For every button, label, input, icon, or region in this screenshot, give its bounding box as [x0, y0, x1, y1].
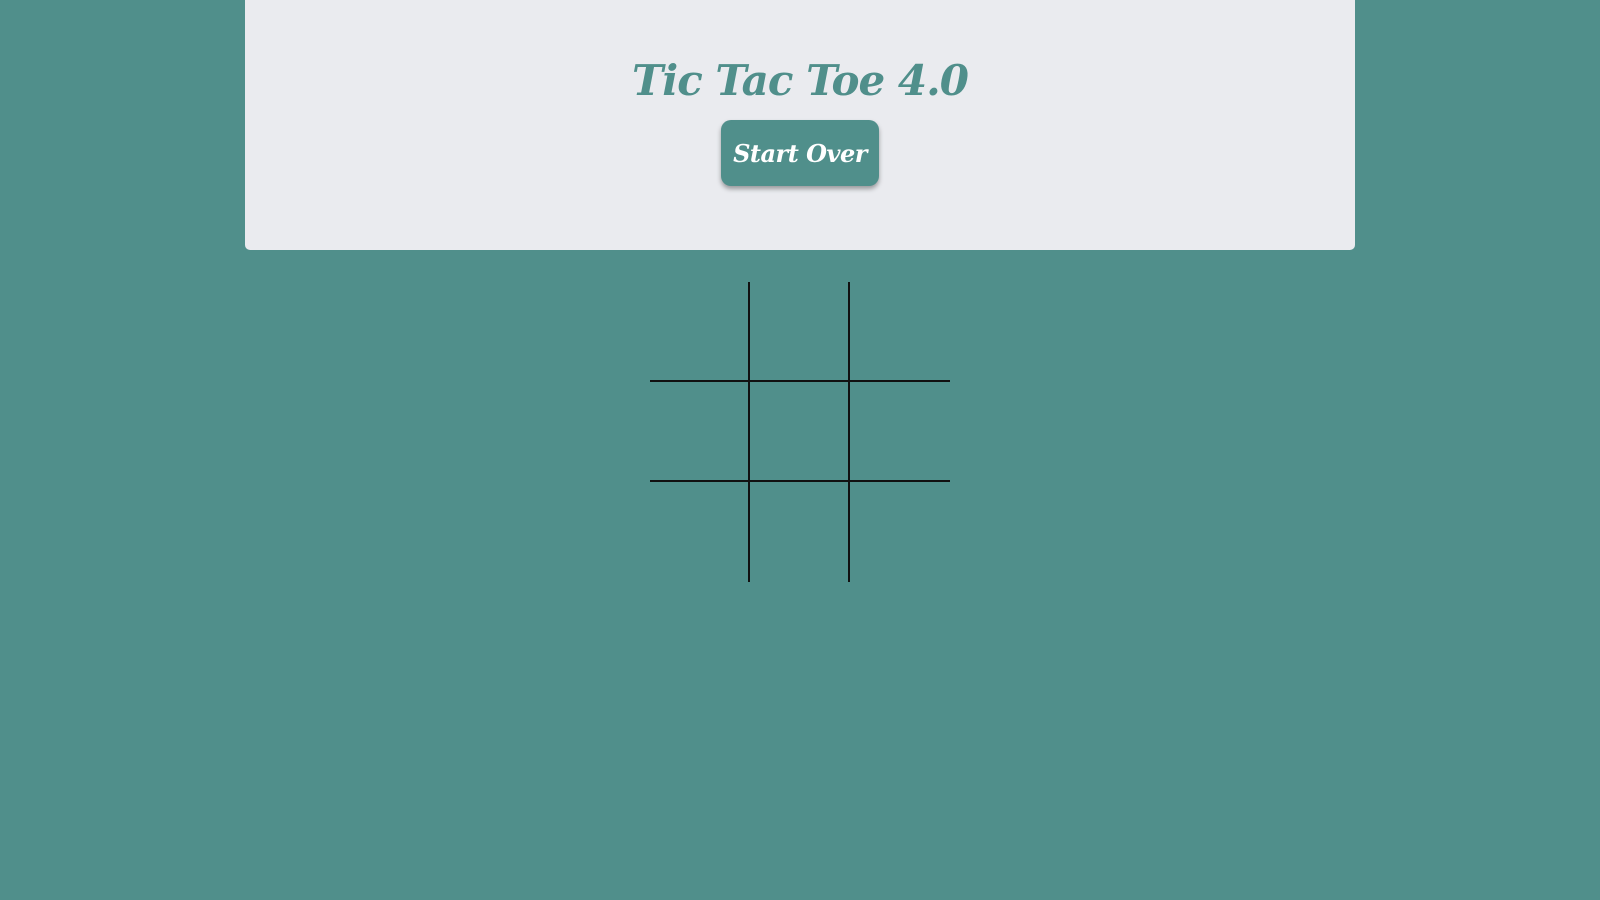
board-cell-0[interactable] — [650, 282, 750, 382]
board-cell-5[interactable] — [850, 382, 950, 482]
board-cell-3[interactable] — [650, 382, 750, 482]
board-cell-1[interactable] — [750, 282, 850, 382]
game-title: Tic Tac Toe 4.0 — [632, 56, 969, 105]
start-over-button[interactable]: Start Over — [721, 120, 879, 186]
header-card: Tic Tac Toe 4.0 Start Over — [245, 0, 1355, 250]
board-cell-2[interactable] — [850, 282, 950, 382]
board-cell-8[interactable] — [850, 482, 950, 582]
board-cell-7[interactable] — [750, 482, 850, 582]
board-cell-4[interactable] — [750, 382, 850, 482]
game-board — [650, 282, 950, 582]
board-cell-6[interactable] — [650, 482, 750, 582]
